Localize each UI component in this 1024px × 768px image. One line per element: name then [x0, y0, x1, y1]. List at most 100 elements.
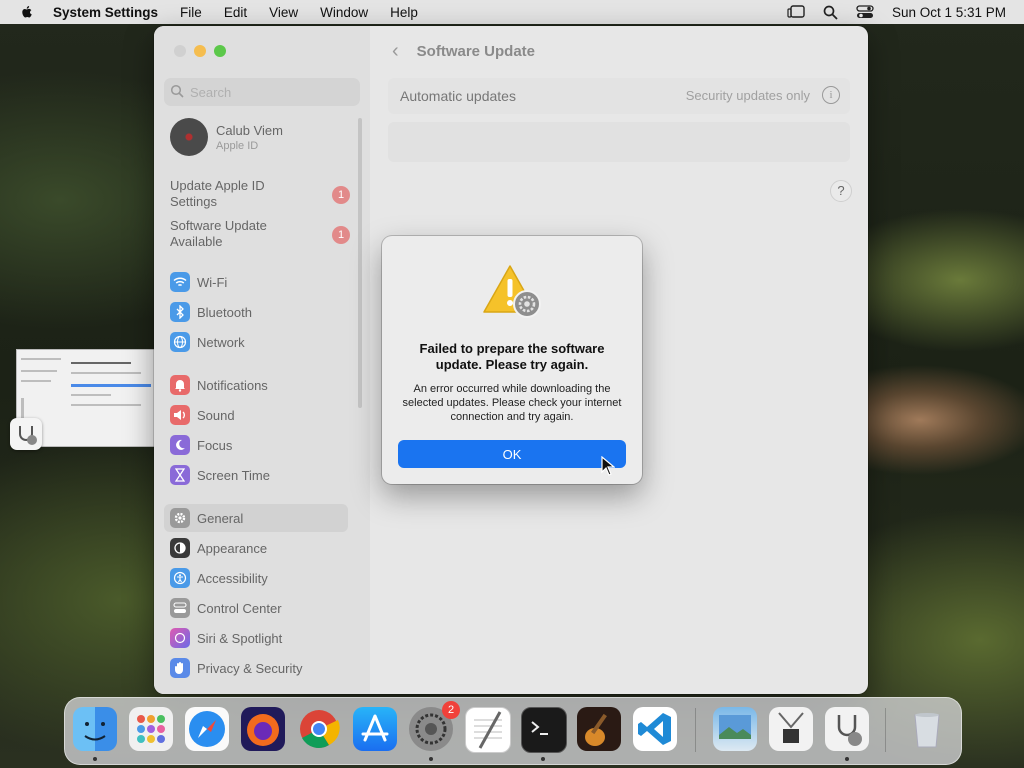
sidebar: Search Calub Viem Apple ID Update Apple …	[154, 26, 370, 694]
sidebar-item-appearance[interactable]: Appearance	[170, 537, 344, 559]
sidebar-item-label: Siri & Spotlight	[197, 630, 283, 646]
sidebar-item-privacy-security[interactable]: Privacy & Security	[170, 657, 344, 679]
dock-garageband-icon[interactable]	[577, 707, 621, 751]
sidebar-item-label: Appearance	[197, 540, 268, 556]
sidebar-item-label: Network	[197, 334, 245, 350]
warning-icon	[483, 265, 541, 318]
menu-file[interactable]: File	[180, 5, 202, 20]
sidebar-item-label: General	[197, 510, 244, 526]
account-name: Calub Viem	[216, 122, 283, 138]
hourglass-icon	[170, 465, 190, 485]
close-window-button[interactable]	[174, 45, 186, 57]
alert-message: An error occurred while downloading the …	[402, 383, 622, 423]
search-field[interactable]: Search	[164, 78, 360, 106]
control-center-icon	[170, 598, 190, 618]
appearance-icon	[170, 538, 190, 558]
info-icon[interactable]: i	[822, 86, 840, 104]
control-center-icon[interactable]	[856, 5, 874, 19]
page-title: Software Update	[416, 42, 536, 60]
minimize-window-button[interactable]	[194, 45, 206, 57]
accessibility-icon	[170, 568, 190, 588]
sidebar-item-accessibility[interactable]: Accessibility	[170, 567, 344, 589]
sidebar-item-label: Privacy & Security	[197, 660, 303, 676]
dock-app-store-icon[interactable]	[353, 707, 397, 751]
sidebar-item-wifi[interactable]: Wi-Fi	[170, 271, 344, 293]
notice-label: Update Apple ID Settings	[170, 178, 265, 209]
sidebar-item-siri-spotlight[interactable]: Siri & Spotlight	[170, 627, 344, 649]
speaker-icon	[170, 405, 190, 425]
dock-vscode-icon[interactable]	[633, 707, 677, 751]
dock-firefox-icon[interactable]	[241, 707, 285, 751]
dock-finder-icon[interactable]	[73, 707, 117, 751]
notice-update-apple-id[interactable]: Update Apple ID Settings 1	[170, 178, 360, 210]
avatar	[170, 118, 208, 156]
automatic-updates-value: Security updates only	[685, 88, 810, 103]
bluetooth-icon	[170, 302, 190, 322]
app-name-menu[interactable]: System Settings	[53, 5, 158, 20]
siri-icon	[170, 628, 190, 648]
sidebar-item-screen-time[interactable]: Screen Time	[170, 464, 344, 486]
running-indicator	[429, 757, 433, 761]
disk-utility-window-icon[interactable]	[10, 418, 42, 450]
help-button[interactable]: ?	[830, 180, 852, 202]
sidebar-item-bluetooth[interactable]: Bluetooth	[170, 301, 344, 323]
dock-preview-icon[interactable]	[713, 707, 757, 751]
sidebar-item-focus[interactable]: Focus	[170, 434, 344, 456]
dock-system-information-icon[interactable]	[769, 707, 813, 751]
running-indicator	[93, 757, 97, 761]
sidebar-item-label: Notifications	[197, 377, 268, 393]
menu-view[interactable]: View	[269, 5, 298, 20]
menu-edit[interactable]: Edit	[224, 5, 247, 20]
dock: 2	[64, 697, 962, 765]
dock-badge: 2	[442, 701, 460, 719]
apple-id-account[interactable]: Calub Viem Apple ID	[170, 118, 283, 156]
hand-icon	[170, 658, 190, 678]
sidebar-item-sound[interactable]: Sound	[170, 404, 344, 426]
zoom-window-button[interactable]	[214, 45, 226, 57]
notice-software-update[interactable]: Software Update Available 1	[170, 218, 360, 250]
notice-badge: 1	[332, 186, 350, 204]
menu-help[interactable]: Help	[390, 5, 418, 20]
dock-separator	[695, 708, 696, 752]
sidebar-scrollbar[interactable]	[358, 118, 362, 408]
sidebar-item-label: Wi-Fi	[197, 274, 228, 290]
search-icon	[170, 84, 184, 98]
dock-separator	[885, 708, 886, 752]
menu-window[interactable]: Window	[320, 5, 368, 20]
notice-badge: 1	[332, 226, 350, 244]
dock-chrome-icon[interactable]	[297, 707, 341, 751]
dock-launchpad-icon[interactable]	[129, 707, 173, 751]
ok-button[interactable]: OK	[398, 440, 626, 468]
dock-disk-utility-icon[interactable]	[825, 707, 869, 751]
wifi-icon	[170, 272, 190, 292]
sidebar-item-notifications[interactable]: Notifications	[170, 374, 344, 396]
dock-trash-icon[interactable]	[905, 707, 949, 751]
clock[interactable]: Sun Oct 1 5:31 PM	[892, 5, 1006, 20]
error-alert-dialog: Failed to prepare the software update. P…	[382, 236, 642, 484]
dock-safari-icon[interactable]	[185, 707, 229, 751]
sidebar-item-label: Bluetooth	[197, 304, 252, 320]
bell-icon	[170, 375, 190, 395]
sidebar-item-control-center[interactable]: Control Center	[170, 597, 344, 619]
gear-icon	[170, 508, 190, 528]
back-chevron-icon[interactable]: ‹	[392, 40, 399, 63]
dock-terminal-icon[interactable]	[521, 707, 567, 753]
sidebar-item-label: Control Center	[197, 600, 282, 616]
moon-icon	[170, 435, 190, 455]
notice-label: Software Update Available	[170, 218, 267, 249]
automatic-updates-row[interactable]: Automatic updates Security updates only …	[388, 78, 850, 114]
sidebar-item-label: Sound	[197, 407, 235, 423]
spotlight-search-icon[interactable]	[823, 5, 838, 20]
menu-bar: System Settings File Edit View Window He…	[0, 0, 1024, 24]
sidebar-item-general[interactable]: General	[164, 504, 348, 532]
dock-textedit-icon[interactable]	[465, 707, 511, 753]
running-indicator	[845, 757, 849, 761]
apple-menu-icon[interactable]	[19, 4, 35, 20]
account-subtitle: Apple ID	[216, 139, 259, 152]
update-status-row	[388, 122, 850, 162]
sidebar-item-label: Accessibility	[197, 570, 268, 586]
stage-manager-icon[interactable]	[787, 5, 805, 19]
sidebar-item-label: Focus	[197, 437, 233, 453]
content-toolbar: ‹ Software Update	[370, 36, 535, 66]
sidebar-item-network[interactable]: Network	[170, 331, 344, 353]
